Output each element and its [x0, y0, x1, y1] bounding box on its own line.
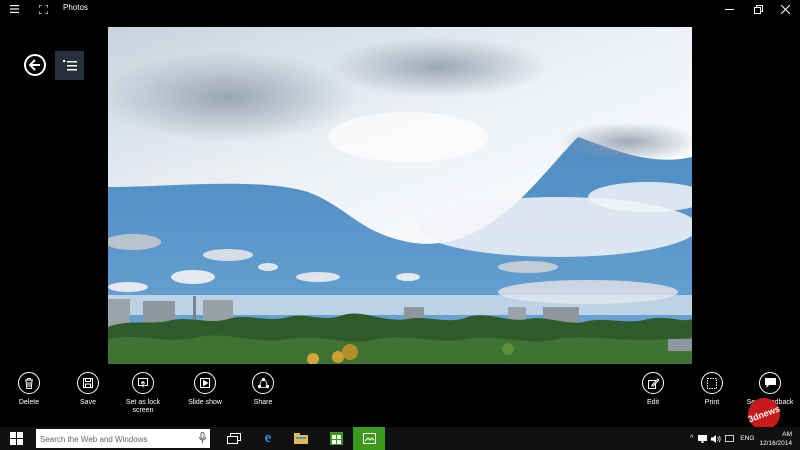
- feedback-icon: [759, 372, 781, 394]
- minimize-icon: [724, 8, 734, 10]
- lock-screen-icon: [132, 372, 154, 394]
- slide-show-label: Slide show: [188, 399, 222, 406]
- trash-icon: [18, 372, 40, 394]
- title-bar: Photos: [0, 0, 800, 18]
- system-tray: ^ ENG: [690, 427, 754, 450]
- volume-icon[interactable]: [711, 434, 721, 443]
- set-lock-screen-label: Set as lock screen: [125, 399, 161, 414]
- hamburger-icon[interactable]: [4, 0, 24, 18]
- file-explorer-icon[interactable]: [285, 427, 317, 450]
- network-icon[interactable]: [698, 434, 708, 443]
- restore-button[interactable]: [743, 0, 773, 18]
- delete-label: Delete: [18, 399, 40, 406]
- share-label: Share: [253, 399, 273, 406]
- close-button[interactable]: [770, 0, 800, 18]
- back-button[interactable]: [24, 54, 46, 76]
- clock-date: 12/16/2014: [759, 440, 792, 447]
- delete-button[interactable]: Delete: [0, 372, 59, 407]
- edit-button[interactable]: Edit: [623, 372, 683, 407]
- slide-show-button[interactable]: Slide show: [175, 372, 235, 407]
- minimize-button[interactable]: [714, 0, 744, 18]
- edit-label: Edit: [646, 399, 660, 406]
- edit-icon: [642, 372, 664, 394]
- search-box[interactable]: [36, 429, 210, 449]
- task-view-icon[interactable]: [218, 427, 250, 450]
- restore-icon: [753, 4, 763, 14]
- save-label: Save: [80, 399, 96, 406]
- chevron-up-icon[interactable]: ^: [690, 435, 693, 442]
- search-input[interactable]: [36, 430, 194, 449]
- print-button[interactable]: Print: [682, 372, 742, 407]
- close-icon: [780, 4, 790, 14]
- save-button[interactable]: Save: [58, 372, 118, 407]
- expand-icon[interactable]: [33, 0, 53, 18]
- back-arrow-icon: [29, 59, 40, 71]
- share-icon: [252, 372, 274, 394]
- taskbar: e ^ ENG AM 12/16/2014: [0, 427, 800, 450]
- app-title: Photos: [63, 3, 88, 12]
- clock[interactable]: AM 12/16/2014: [759, 430, 792, 448]
- play-icon: [194, 372, 216, 394]
- collection-list-icon: [62, 59, 77, 70]
- microphone-icon: [199, 432, 206, 443]
- print-label: Print: [704, 399, 720, 406]
- print-icon: [701, 372, 723, 394]
- save-icon: [77, 372, 99, 394]
- set-lock-screen-button[interactable]: Set as lock screen: [113, 372, 173, 415]
- photo-image[interactable]: [108, 27, 692, 364]
- share-button[interactable]: Share: [233, 372, 293, 407]
- internet-explorer-icon[interactable]: e: [252, 427, 284, 450]
- photos-app-icon[interactable]: [353, 427, 385, 450]
- start-button[interactable]: [0, 427, 32, 450]
- store-icon[interactable]: [320, 427, 352, 450]
- windows-logo-icon: [9, 432, 23, 445]
- language-indicator[interactable]: ENG: [740, 435, 754, 442]
- action-center-icon[interactable]: [725, 434, 735, 443]
- collection-list-button[interactable]: [55, 51, 84, 80]
- clock-time: AM: [782, 431, 792, 438]
